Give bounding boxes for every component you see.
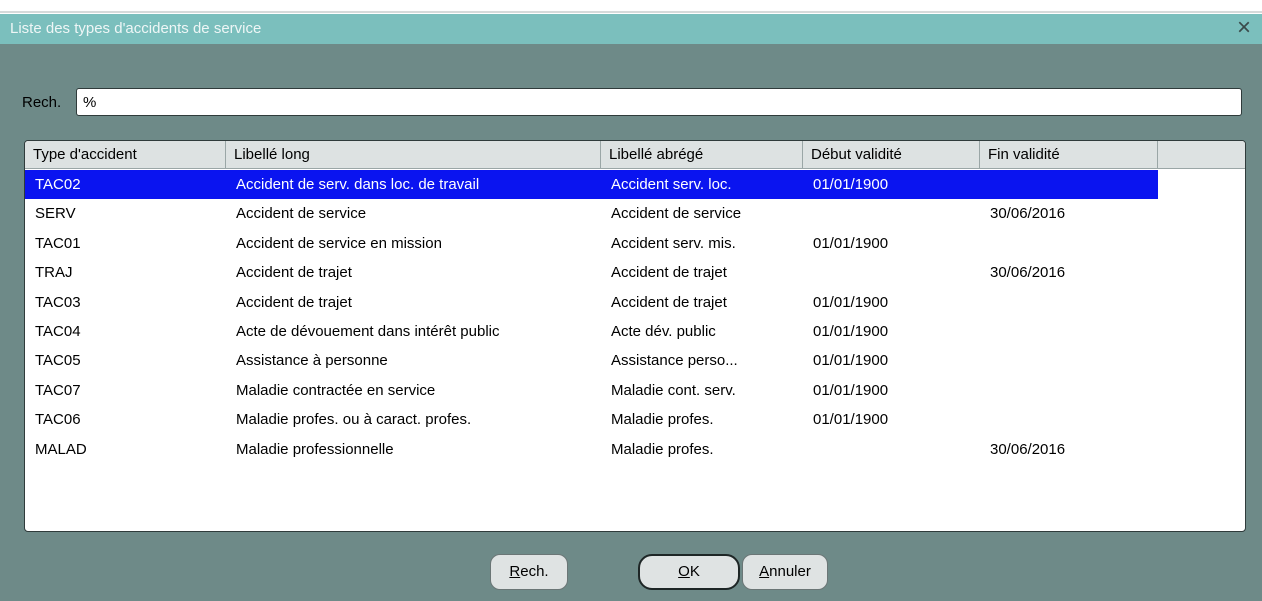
cell-long-label: Maladie contractée en service: [236, 381, 436, 399]
cell-short-label: Accident de service: [611, 205, 742, 223]
cell-type: TAC05: [35, 352, 81, 370]
cell-start-date: [803, 435, 980, 464]
cell-end-date: [980, 405, 1158, 434]
cell-long-label: Accident de service: [236, 205, 367, 223]
cell-end-date: 30/06/2016: [990, 440, 1066, 458]
cell-start-date: 01/01/1900: [813, 323, 889, 340]
cell-start-date: 01/01/1900: [813, 352, 889, 370]
cell-type: TAC06: [35, 411, 81, 429]
cell-start-date: [803, 199, 980, 228]
ok-button-mnemonic: O: [678, 563, 690, 580]
ok-button[interactable]: OK: [638, 554, 740, 590]
search-input[interactable]: [76, 88, 1242, 116]
search-button[interactable]: Rech.: [490, 554, 568, 590]
table-row[interactable]: TRAJ Accident de trajet Accident de trajet…: [25, 258, 1158, 287]
search-label: Rech.: [22, 94, 62, 111]
cell-long-label: Maladie professionnelle: [236, 440, 394, 458]
cell-short-label: Accident de trajet: [611, 264, 727, 282]
column-header-filler: [1158, 141, 1245, 169]
cell-start-date: 01/01/1900: [813, 293, 889, 311]
cell-end-date: [980, 170, 1158, 199]
cell-start-date: 01/01/1900: [813, 381, 889, 399]
cell-long-label: Accident de trajet: [236, 293, 352, 311]
table-row[interactable]: TAC05 Assistance à personne Assistance per…: [25, 346, 1158, 375]
cell-short-label: Maladie profes.: [611, 411, 714, 429]
table-row[interactable]: MALAD Maladie professionnelle Maladie prof…: [25, 435, 1158, 464]
search-button-mnemonic: R: [509, 563, 521, 580]
table-row[interactable]: TAC06 Maladie profes. ou à caract. profes…: [25, 405, 1158, 434]
cell-type: SERV: [35, 205, 76, 223]
cell-short-label: Maladie cont. serv.: [611, 381, 736, 399]
column-header-type[interactable]: Type d'accident: [25, 141, 226, 169]
cell-end-date: 30/06/2016: [990, 264, 1066, 282]
cell-end-date: [980, 317, 1158, 346]
cell-type: TAC03: [35, 293, 81, 311]
close-icon[interactable]: ×: [1232, 15, 1256, 41]
top-strip-divider: [0, 3, 1262, 13]
cell-start-date: 01/01/1900: [813, 411, 889, 429]
table-row[interactable]: TAC07 Maladie contractée en service Maladi…: [25, 376, 1158, 405]
cell-start-date: 01/01/1900: [813, 234, 889, 252]
cell-long-label: Maladie profes. ou à caract. profes.: [236, 411, 472, 429]
cell-short-label: Accident de trajet: [611, 293, 727, 311]
accident-types-table: Type d'accident Libellé long Libellé abr…: [24, 140, 1246, 532]
cell-end-date: [980, 229, 1158, 258]
cell-start-date: 01/01/1900: [813, 176, 889, 193]
table-row[interactable]: TAC02 Accident de serv. dans loc. de trav…: [25, 170, 1158, 199]
column-header-start-date[interactable]: Début validité: [803, 141, 980, 169]
cancel-button-label: nnuler: [769, 563, 811, 580]
cancel-button[interactable]: Annuler: [742, 554, 828, 590]
table-row[interactable]: TAC04 Acte de dévouement dans intérêt pub…: [25, 317, 1158, 346]
cell-short-label: Accident serv. mis.: [611, 234, 736, 252]
table-row[interactable]: SERV Accident de service Accident de servi…: [25, 199, 1158, 228]
cell-type: TAC04: [35, 323, 81, 340]
column-header-end-date[interactable]: Fin validité: [980, 141, 1158, 169]
column-header-short-label[interactable]: Libellé abrégé: [601, 141, 803, 169]
table-row[interactable]: TAC01 Accident de service en mission Accid…: [25, 229, 1158, 258]
cell-short-label: Acte dév. public: [611, 323, 716, 340]
cell-type: TRAJ: [35, 264, 73, 282]
cell-long-label: Accident de serv. dans loc. de travail: [236, 176, 480, 193]
cell-short-label: Maladie profes.: [611, 440, 714, 458]
cell-type: TAC02: [35, 176, 81, 193]
table-row[interactable]: TAC03 Accident de trajet Accident de traje…: [25, 288, 1158, 317]
column-header-long-label[interactable]: Libellé long: [226, 141, 601, 169]
cell-long-label: Accident de trajet: [236, 264, 352, 282]
title-bar: Liste des types d'accidents de service ×: [0, 14, 1262, 44]
table-header: Type d'accident Libellé long Libellé abr…: [25, 141, 1245, 169]
cancel-button-mnemonic: A: [759, 563, 770, 580]
cell-type: TAC07: [35, 381, 81, 399]
top-strip: [0, 0, 1262, 14]
window-title: Liste des types d'accidents de service: [10, 20, 262, 37]
cell-end-date: 30/06/2016: [990, 205, 1066, 223]
search-button-label: ech.: [520, 563, 549, 580]
cell-long-label: Accident de service en mission: [236, 234, 442, 252]
cell-end-date: [980, 346, 1158, 375]
cell-short-label: Accident serv. loc.: [611, 176, 732, 193]
cell-start-date: [803, 258, 980, 287]
cell-type: MALAD: [35, 440, 87, 458]
cell-end-date: [980, 376, 1158, 405]
cell-long-label: Acte de dévouement dans intérêt public: [236, 323, 500, 340]
cell-end-date: [980, 288, 1158, 317]
cell-type: TAC01: [35, 234, 81, 252]
ok-button-label: K: [689, 563, 700, 580]
cell-long-label: Assistance à personne: [236, 352, 388, 370]
cell-short-label: Assistance perso...: [611, 352, 738, 370]
